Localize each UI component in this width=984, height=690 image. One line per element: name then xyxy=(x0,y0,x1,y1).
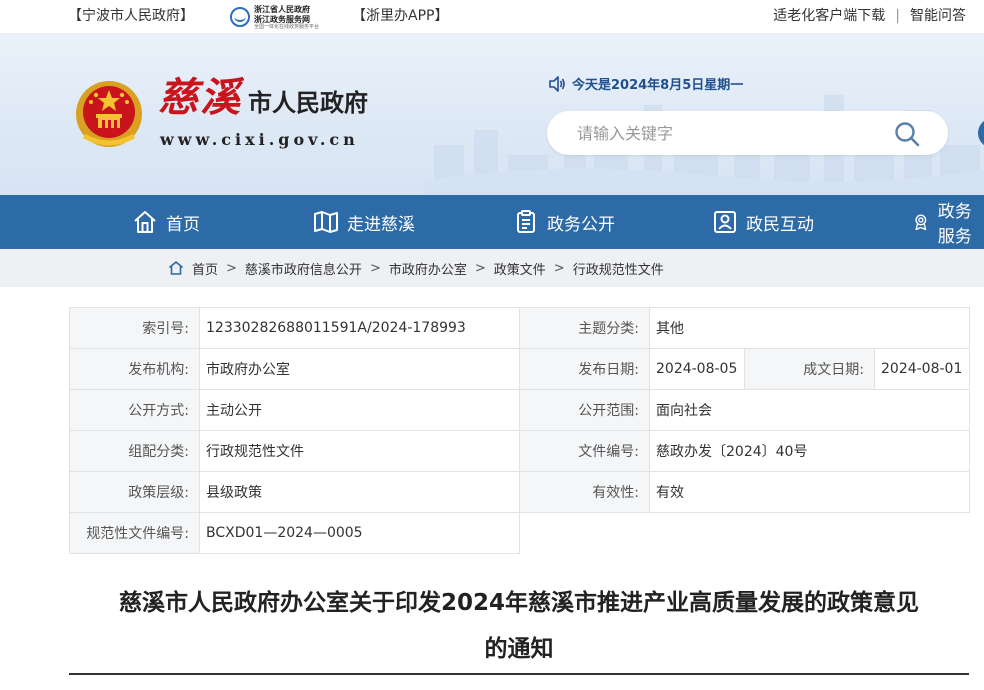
breadcrumb: 首页 > 慈溪市政府信息公开 > 市政府办公室 > 政策文件 > 行政规范性文件 xyxy=(168,249,664,287)
nav-item-gov-services[interactable]: 政务服务 xyxy=(912,195,984,249)
nav-label: 走进慈溪 xyxy=(347,214,415,235)
breadcrumb-home[interactable]: 首页 xyxy=(192,259,218,278)
breadcrumb-gov-office[interactable]: 市政府办公室 xyxy=(389,259,467,278)
breadcrumb-sep: > xyxy=(226,260,237,276)
today-date-text: 今天是2024年8月5日星期一 xyxy=(572,78,744,93)
table-row: 公开方式: 主动公开 公开范围: 面向社会 xyxy=(69,389,970,431)
smart-qa-link[interactable]: 智能问答 xyxy=(910,0,966,34)
breadcrumb-bar: 首页 > 慈溪市政府信息公开 > 市政府办公室 > 政策文件 > 行政规范性文件 xyxy=(0,249,984,287)
category-label: 组配分类: xyxy=(69,430,200,472)
top-separator: | xyxy=(895,8,900,24)
main-nav: 首页 走进慈溪 政务公开 政民互动 政务服务 xyxy=(0,195,984,249)
table-row: 发布机构: 市政府办公室 发布日期: 2024-08-05 成文日期: 2024… xyxy=(69,348,970,390)
table-row: 政策层级: 县级政策 有效性: 有效 xyxy=(69,471,970,513)
publisher-value: 市政府办公室 xyxy=(199,348,520,390)
nav-item-about-cixi[interactable]: 走进慈溪 xyxy=(313,195,415,249)
norm-no-value: BCXD01—2024—0005 xyxy=(199,512,520,554)
index-no-value: 12330282688011591A/2024-178993 xyxy=(199,307,520,349)
document-title-line2: 的通知 xyxy=(484,636,554,662)
zheliban-app-link[interactable]: 【浙里办APP】 xyxy=(352,0,448,34)
search-icon[interactable] xyxy=(894,121,920,147)
validity-value: 有效 xyxy=(649,471,970,513)
home-icon xyxy=(134,211,156,233)
zhejiang-logo-text: 浙江省人民政府 浙江政务服务网 全国一体化在线政务服务平台 xyxy=(254,4,319,30)
document-title: 慈溪市人民政府办公室关于印发2024年慈溪市推进产业高质量发展的政策意见 的通知 xyxy=(69,580,969,672)
disclosure-value: 主动公开 xyxy=(199,389,520,431)
level-value: 县级政策 xyxy=(199,471,520,513)
search-input[interactable] xyxy=(577,111,877,155)
map-icon xyxy=(314,211,338,233)
breadcrumb-sep: > xyxy=(369,260,381,276)
site-name[interactable]: 慈溪 市人民政府 xyxy=(158,76,368,120)
table-row: 组配分类: 行政规范性文件 文件编号: 慈政办发〔2024〕40号 xyxy=(69,430,970,472)
breadcrumb-sep: > xyxy=(553,260,565,276)
breadcrumb-info-disclosure[interactable]: 慈溪市政府信息公开 xyxy=(245,259,362,278)
breadcrumb-home-icon xyxy=(168,261,184,275)
document-meta-table: 索引号: 12330282688011591A/2024-178993 主题分类… xyxy=(69,307,970,554)
scope-label: 公开范围: xyxy=(519,389,650,431)
site-url: www.cixi.gov.cn xyxy=(160,130,359,149)
zj-line3: 全国一体化在线政务服务平台 xyxy=(254,24,320,30)
zj-line1: 浙江省人民政府 xyxy=(254,4,310,14)
doc-no-value: 慈政办发〔2024〕40号 xyxy=(649,430,970,472)
nav-item-home[interactable]: 首页 xyxy=(132,195,200,249)
disclosure-label: 公开方式: xyxy=(69,389,200,431)
date-line: 今天是2024年8月5日星期一 xyxy=(548,74,743,93)
publisher-label: 发布机构: xyxy=(69,348,200,390)
nav-label: 政务公开 xyxy=(547,214,615,235)
title-divider xyxy=(69,673,969,675)
index-no-label: 索引号: xyxy=(69,307,200,349)
nav-label: 政民互动 xyxy=(746,214,814,235)
nav-label: 首页 xyxy=(166,214,200,235)
table-row: 索引号: 12330282688011591A/2024-178993 主题分类… xyxy=(69,307,970,349)
level-label: 政策层级: xyxy=(69,471,200,513)
zhejiang-emblem-icon xyxy=(230,7,250,27)
speaker-icon xyxy=(549,75,565,92)
top-right-links: 适老化客户端下载 | 智能问答 xyxy=(773,0,966,34)
validity-label: 有效性: xyxy=(519,471,650,513)
norm-no-label: 规范性文件编号: xyxy=(69,512,200,554)
national-emblem-icon xyxy=(76,81,142,147)
search-box xyxy=(547,111,948,155)
written-date-label: 成文日期: xyxy=(744,348,875,390)
top-bar: 【宁波市人民政府】 浙江省人民政府 浙江政务服务网 全国一体化在线政务服务平台 … xyxy=(0,0,984,34)
publish-date-label: 发布日期: xyxy=(519,348,650,390)
site-name-calligraphy: 慈溪 xyxy=(158,74,242,121)
interaction-icon xyxy=(714,211,736,233)
breadcrumb-policy-docs[interactable]: 政策文件 xyxy=(494,259,546,278)
header-banner: 慈溪 市人民政府 www.cixi.gov.cn 今天是2024年8月5日星期一 xyxy=(0,34,984,195)
doc-no-label: 文件编号: xyxy=(519,430,650,472)
document-icon xyxy=(517,210,535,233)
publish-date-value: 2024-08-05 xyxy=(649,348,745,390)
topic-label: 主题分类: xyxy=(519,307,650,349)
document-title-line1: 慈溪市人民政府办公室关于印发2024年慈溪市推进产业高质量发展的政策意见 xyxy=(118,590,919,616)
topic-value: 其他 xyxy=(649,307,970,349)
nav-item-public-interaction[interactable]: 政民互动 xyxy=(712,195,814,249)
nav-item-gov-affairs-open[interactable]: 政务公开 xyxy=(513,195,615,249)
zj-line2: 浙江政务服务网 xyxy=(254,14,310,24)
ningbo-gov-link[interactable]: 【宁波市人民政府】 xyxy=(68,0,194,34)
scope-value: 面向社会 xyxy=(649,389,970,431)
nav-label: 政务服务 xyxy=(937,202,972,247)
site-name-gov: 市人民政府 xyxy=(248,89,368,117)
breadcrumb-sep: > xyxy=(474,260,486,276)
table-row: 规范性文件编号: BCXD01—2024—0005 xyxy=(69,512,970,554)
written-date-value: 2024-08-01 xyxy=(874,348,970,390)
category-value: 行政规范性文件 xyxy=(199,430,520,472)
service-icon xyxy=(915,214,927,231)
zhejiang-gov-logo-link[interactable]: 浙江省人民政府 浙江政务服务网 全国一体化在线政务服务平台 xyxy=(230,4,319,30)
breadcrumb-normative-docs[interactable]: 行政规范性文件 xyxy=(573,259,664,278)
elderly-client-download-link[interactable]: 适老化客户端下载 xyxy=(773,0,885,34)
